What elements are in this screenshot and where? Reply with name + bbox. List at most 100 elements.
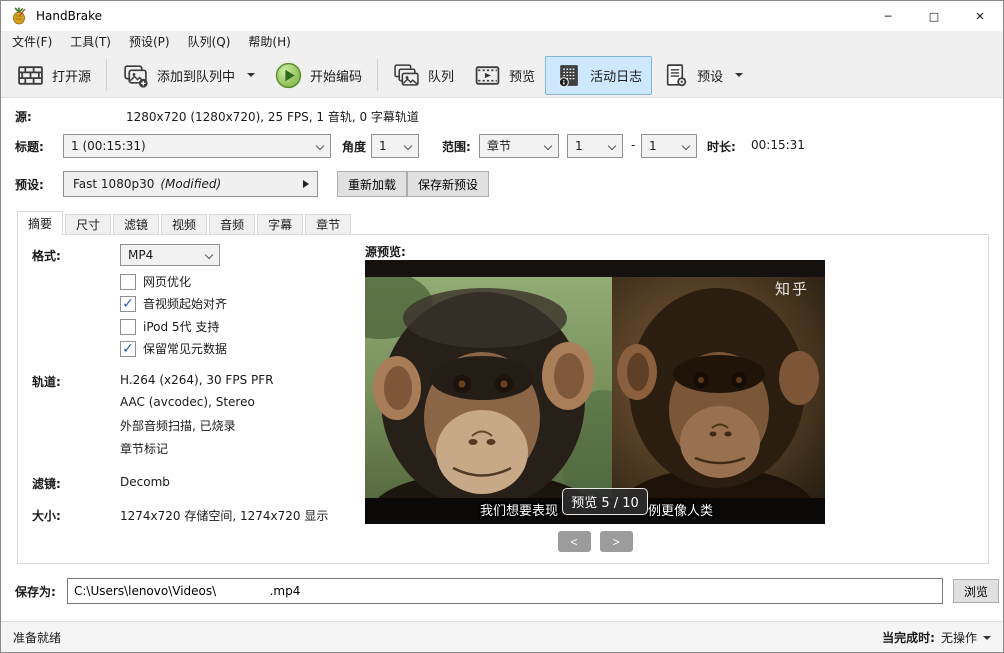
checkbox-label: 网页优化 <box>143 273 191 290</box>
open-source-button[interactable]: 打开源 <box>7 56 101 95</box>
presets-label: 预设 <box>697 66 723 85</box>
browse-button[interactable]: 浏览 <box>953 579 999 603</box>
format-value: MP4 <box>128 248 153 262</box>
chevron-down-icon <box>205 251 213 259</box>
presets-button[interactable]: 预设 <box>652 56 753 95</box>
statusbar: 准备就绪 当完成时: 无操作 <box>1 621 1003 653</box>
tab-summary[interactable]: 摘要 <box>17 211 63 235</box>
keep-metadata-checkbox[interactable]: ✓ 保留常见元数据 <box>120 340 227 357</box>
source-label: 源: <box>15 108 32 125</box>
checkbox-icon: ✓ <box>120 274 136 290</box>
title-select[interactable]: 1 (00:15:31) <box>63 134 331 158</box>
track-audio: AAC (avcodec), Stereo <box>120 395 255 409</box>
toolbar-separator <box>106 59 107 91</box>
range-to-value: 1 <box>649 139 657 153</box>
format-label: 格式: <box>32 247 61 264</box>
size-value: 1274x720 存储空间, 1274x720 显示 <box>120 507 328 524</box>
queue-button[interactable]: 队列 <box>383 56 464 95</box>
chevron-down-icon <box>544 142 552 150</box>
preset-modified-flag: (Modified) <box>160 177 221 191</box>
tab-subtitles[interactable]: 字幕 <box>257 214 303 235</box>
format-select[interactable]: MP4 <box>120 244 220 266</box>
reload-preset-button[interactable]: 重新加载 <box>337 171 407 197</box>
previous-preview-button[interactable]: < <box>558 531 591 552</box>
add-to-queue-label: 添加到队列中 <box>157 66 235 85</box>
handbrake-window: HandBrake ─ □ ✕ 文件(F) 工具(T) 预设(P) 队列(Q) … <box>0 0 1004 653</box>
preset-name: Fast 1080p30 <box>73 177 154 191</box>
duration-value: 00:15:31 <box>751 138 805 152</box>
add-to-queue-icon <box>122 62 149 89</box>
activity-log-label: 活动日志 <box>590 66 642 85</box>
summary-panel: 格式: MP4 ✓ 网页优化 ✓ 音视频起始对齐 ✓ iPod 5代 支持 ✓ … <box>17 234 989 564</box>
title-select-value: 1 (00:15:31) <box>71 139 146 153</box>
range-from-select[interactable]: 1 <box>567 134 623 158</box>
title-label: 标题: <box>15 138 44 155</box>
preview-icon <box>474 62 501 89</box>
open-source-label: 打开源 <box>52 66 91 85</box>
clapperboard-icon <box>17 62 44 89</box>
range-to-select[interactable]: 1 <box>641 134 697 158</box>
toolbar: 打开源 添加到队列中 <box>1 53 1003 98</box>
tab-filters[interactable]: 滤镜 <box>113 214 159 235</box>
preview-button[interactable]: 预览 <box>464 56 545 95</box>
range-from-value: 1 <box>575 139 583 153</box>
tab-audio[interactable]: 音频 <box>209 214 255 235</box>
status-text: 准备就绪 <box>13 629 61 646</box>
web-optimized-checkbox[interactable]: ✓ 网页优化 <box>120 273 191 290</box>
queue-label: 队列 <box>428 66 454 85</box>
maximize-button[interactable]: □ <box>911 1 957 31</box>
activity-log-icon <box>555 62 582 89</box>
align-av-start-checkbox[interactable]: ✓ 音视频起始对齐 <box>120 295 227 312</box>
range-type-select[interactable]: 章节 <box>479 134 559 158</box>
chevron-down-icon <box>404 142 412 150</box>
subtitle-text-left: 我们想要表现 <box>480 500 558 519</box>
subtitle-text-right: 例更像人类 <box>648 500 713 519</box>
queue-icon <box>393 62 420 89</box>
track-video: H.264 (x264), 30 FPS PFR <box>120 373 273 387</box>
save-to-label: 保存为: <box>15 583 56 600</box>
tab-dimensions[interactable]: 尺寸 <box>65 214 111 235</box>
menu-queue[interactable]: 队列(Q) <box>179 31 240 53</box>
save-new-preset-button[interactable]: 保存新预设 <box>407 171 489 197</box>
chevron-down-icon[interactable] <box>983 636 991 640</box>
source-info: 1280x720 (1280x720), 25 FPS, 1 音轨, 0 字幕轨… <box>126 108 526 125</box>
size-label: 大小: <box>32 507 61 524</box>
preview-counter-tooltip: 预览 5 / 10 <box>562 488 648 515</box>
next-preview-button[interactable]: > <box>600 531 633 552</box>
preset-select[interactable]: Fast 1080p30 (Modified) <box>63 171 318 197</box>
handbrake-logo-icon <box>10 7 28 25</box>
titlebar: HandBrake ─ □ ✕ <box>1 1 1003 31</box>
filters-value: Decomb <box>120 475 170 489</box>
duration-label: 时长: <box>707 138 736 155</box>
preview-image: 知乎 我们想要表现 例更像人类 预览 5 / 10 <box>365 260 825 524</box>
checkbox-label: iPod 5代 支持 <box>143 318 219 335</box>
menu-help[interactable]: 帮助(H) <box>239 31 299 53</box>
tab-video[interactable]: 视频 <box>161 214 207 235</box>
angle-select[interactable]: 1 <box>371 134 419 158</box>
tracks-label: 轨道: <box>32 373 61 390</box>
track-subtitle: 外部音频扫描, 已烧录 <box>120 417 236 434</box>
add-to-queue-button[interactable]: 添加到队列中 <box>112 56 265 95</box>
activity-log-button[interactable]: 活动日志 <box>545 56 652 95</box>
start-encode-icon <box>275 62 302 89</box>
range-label: 范围: <box>442 138 471 155</box>
tab-bar: 摘要 尺寸 滤镜 视频 音频 字幕 章节 <box>17 211 353 235</box>
start-encode-button[interactable]: 开始编码 <box>265 56 372 95</box>
menu-file[interactable]: 文件(F) <box>3 31 61 53</box>
save-path-input[interactable] <box>67 578 943 604</box>
angle-select-value: 1 <box>379 139 387 153</box>
menu-presets[interactable]: 预设(P) <box>120 31 179 53</box>
when-done-value[interactable]: 无操作 <box>941 629 977 646</box>
tab-chapters[interactable]: 章节 <box>305 214 351 235</box>
close-button[interactable]: ✕ <box>957 1 1003 31</box>
checkbox-checked-icon: ✓ <box>120 296 136 312</box>
range-dash: - <box>631 138 635 152</box>
menu-tools[interactable]: 工具(T) <box>61 31 120 53</box>
angle-label: 角度 <box>342 138 366 155</box>
checkbox-checked-icon: ✓ <box>120 341 136 357</box>
chevron-down-icon <box>316 142 324 150</box>
minimize-button[interactable]: ─ <box>865 1 911 31</box>
chevron-down-icon <box>608 142 616 150</box>
ipod-support-checkbox[interactable]: ✓ iPod 5代 支持 <box>120 318 219 335</box>
checkbox-label: 音视频起始对齐 <box>143 295 227 312</box>
